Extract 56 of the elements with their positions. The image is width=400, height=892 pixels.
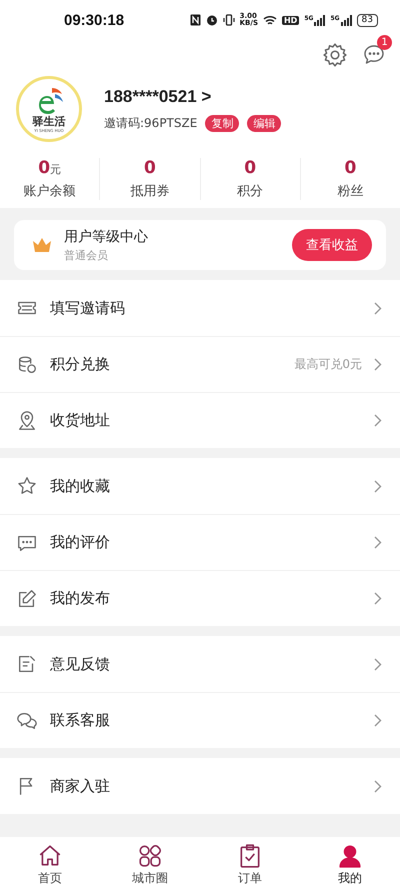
chevron-icon: [374, 592, 382, 605]
stat-label: 抵用券: [130, 183, 170, 200]
menu-item[interactable]: 积分兑换 最高可兑0元: [0, 336, 400, 392]
alarm-icon: [206, 14, 218, 26]
battery-indicator: 83: [356, 14, 378, 26]
stat-value[interactable]: 0: [344, 158, 356, 178]
crown-icon: [32, 237, 52, 253]
edit-icon: [16, 588, 38, 610]
user-phone[interactable]: 188****0521 >: [104, 86, 282, 106]
wifi-icon: [262, 14, 277, 26]
menu-item[interactable]: 意见反馈: [0, 636, 400, 692]
chevron-icon: [374, 536, 382, 549]
coins-icon: [16, 354, 38, 376]
feedback-icon: [16, 653, 38, 675]
chevron-icon: [374, 414, 382, 427]
stat-label: 粉丝: [337, 183, 364, 200]
star-icon: [16, 475, 38, 497]
stat-label: 积分: [237, 183, 264, 200]
chevron-icon: [374, 780, 382, 792]
tab-item[interactable]: 我的: [300, 842, 400, 886]
grid-icon: [137, 842, 163, 868]
status-time: 09:30:18: [64, 12, 124, 28]
view-earnings-button[interactable]: 查看收益: [292, 229, 372, 261]
copy-button[interactable]: 复制: [205, 114, 240, 132]
menu-item[interactable]: 填写邀请码: [0, 280, 400, 336]
stat-value[interactable]: 0: [144, 158, 156, 178]
stat-value[interactable]: 0元: [38, 158, 62, 178]
menu-item[interactable]: 我的发布: [0, 570, 400, 626]
user-icon: [337, 842, 363, 868]
chevron-icon: [374, 658, 382, 670]
chevron-icon: [374, 714, 382, 727]
chevron-icon: [374, 302, 382, 314]
stat-value[interactable]: 0: [244, 158, 256, 178]
chevron-icon: [374, 480, 382, 492]
menu-item[interactable]: 我的评价: [0, 514, 400, 570]
stat-label: 账户余额: [24, 183, 76, 200]
location-pin-icon: [16, 410, 38, 432]
edit-button[interactable]: 编辑: [247, 114, 282, 132]
menu-item[interactable]: 联系客服: [0, 692, 400, 748]
nfc-icon: [190, 14, 201, 26]
tab-item[interactable]: 订单: [200, 842, 300, 886]
vibrate-icon: [222, 14, 235, 26]
level-title: 用户等级中心: [64, 228, 148, 246]
settings-icon[interactable]: [322, 42, 348, 68]
chevron-icon: [374, 358, 382, 371]
home-icon: [37, 842, 63, 868]
hd-label: HD: [282, 16, 300, 24]
invite-code: 邀请码:96PTSZE: [104, 114, 198, 132]
menu-item[interactable]: 收货地址: [0, 392, 400, 448]
menu-item[interactable]: 我的收藏: [0, 458, 400, 514]
message-badge: 1: [377, 35, 392, 50]
tab-item[interactable]: 首页: [0, 842, 100, 886]
tab-item[interactable]: 城市圈: [100, 842, 200, 886]
menu-item-value: 最高可兑0元: [294, 356, 362, 373]
menu-item[interactable]: 商家入驻: [0, 758, 400, 814]
member-level: 普通会员: [64, 248, 109, 262]
